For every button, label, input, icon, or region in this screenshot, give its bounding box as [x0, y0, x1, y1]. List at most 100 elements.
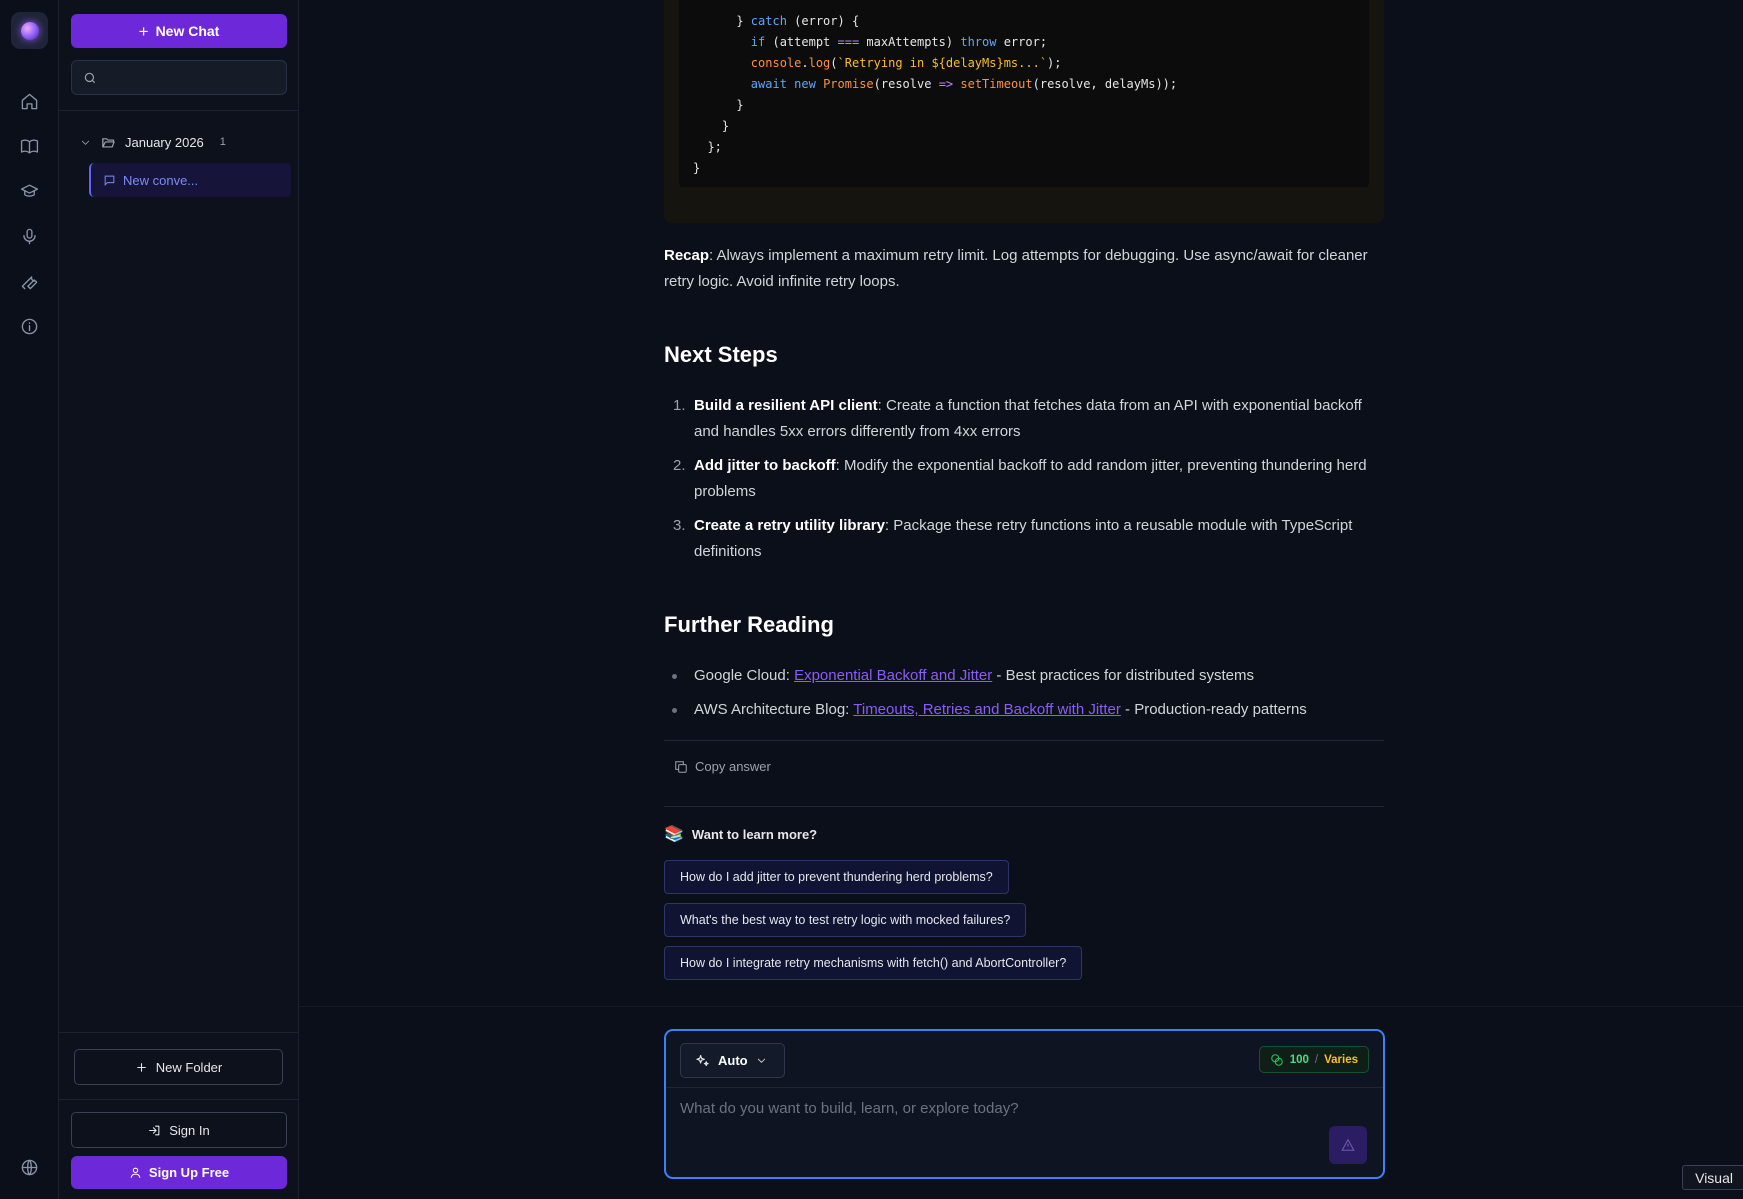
book-icon[interactable]	[17, 134, 41, 158]
code-line: };	[679, 137, 1369, 158]
logo-icon[interactable]	[11, 12, 48, 49]
conversation-label: New conve...	[123, 172, 199, 188]
search-box[interactable]	[71, 60, 287, 95]
code-text: }	[693, 161, 701, 175]
code-line: if (attempt === maxAttempts) throw error…	[679, 32, 1369, 53]
suggestion-chip[interactable]: What's the best way to test retry logic …	[664, 903, 1027, 937]
info-icon[interactable]	[17, 314, 41, 338]
wrench-icon[interactable]	[17, 269, 41, 293]
code-line: await new Promise(resolve => setTimeout(…	[679, 74, 1369, 95]
prompt-input[interactable]	[680, 1100, 1280, 1117]
next-steps-list: 1. Build a resilient API client: Create a…	[664, 393, 1384, 573]
home-icon[interactable]	[17, 89, 41, 113]
microphone-icon[interactable]	[17, 224, 41, 248]
icon-rail	[0, 0, 59, 1199]
copy-answer-button[interactable]: Copy answer	[674, 759, 771, 774]
reading-source: Google Cloud:	[694, 667, 795, 684]
chat-bubble-icon	[104, 175, 115, 186]
divider	[664, 806, 1384, 807]
bullet	[672, 708, 677, 713]
new-folder-button[interactable]: New Folder	[74, 1049, 283, 1085]
bullet	[672, 674, 677, 679]
list-number: 1.	[673, 397, 686, 414]
new-chat-button[interactable]: + New Chat	[71, 14, 287, 48]
list-item: 3. Create a retry utility library: Packag…	[664, 513, 1384, 565]
new-folder-label: New Folder	[155, 1059, 223, 1075]
mode-selector[interactable]: Auto	[680, 1043, 785, 1078]
next-steps-heading: Next Steps	[664, 342, 778, 367]
list-item-title: Add jitter to backoff	[694, 457, 836, 474]
main-panel: } catch (error) { if (attempt === maxAtt…	[299, 0, 1743, 1199]
further-reading-heading: Further Reading	[664, 612, 834, 637]
list-item: Google Cloud: Exponential Backoff and Ji…	[664, 663, 1384, 689]
mode-label: Auto	[718, 1053, 748, 1068]
globe-icon[interactable]	[17, 1155, 41, 1179]
app-root: + New Chat January 2026 1 New conve... N…	[0, 0, 1743, 1199]
suggestion-chip[interactable]: How do I integrate retry mechanisms with…	[664, 946, 1083, 980]
list-number: 2.	[673, 457, 686, 474]
recap-label: Recap	[664, 247, 710, 264]
search-input[interactable]	[105, 70, 275, 85]
user-icon	[130, 1167, 141, 1178]
further-reading-list: Google Cloud: Exponential Backoff and Ji…	[664, 663, 1384, 731]
folder-count: 1	[219, 136, 226, 148]
sign-in-button[interactable]: Sign In	[71, 1112, 287, 1148]
graduation-cap-icon[interactable]	[17, 179, 41, 203]
code-text: console.log(`Retrying in ${delayMs}ms...…	[750, 56, 1062, 70]
recap-paragraph: Recap: Always implement a maximum retry …	[664, 243, 1384, 295]
list-item: AWS Architecture Blog: Timeouts, Retries…	[664, 697, 1384, 723]
visual-toggle[interactable]: Visual	[1682, 1165, 1743, 1190]
code-line: console.log(`Retrying in ${delayMs}ms...…	[679, 53, 1369, 74]
code-text: await new Promise(resolve => setTimeout(…	[750, 77, 1178, 91]
sign-in-icon	[149, 1125, 160, 1135]
credits-badge: 100 / Varies	[1258, 1046, 1369, 1073]
code-line: } catch (error) {	[679, 11, 1369, 32]
coins-icon	[1270, 1053, 1283, 1066]
plus-icon: +	[138, 21, 149, 41]
code-text: };	[693, 140, 722, 154]
send-button[interactable]	[1329, 1126, 1367, 1164]
reading-source: AWS Architecture Blog:	[694, 701, 854, 718]
list-number: 3.	[673, 517, 686, 534]
learn-more-title: 📚 Want to learn more?	[664, 824, 817, 844]
divider	[59, 1032, 299, 1033]
chevron-down-icon	[757, 1058, 765, 1063]
books-icon: 📚	[664, 826, 684, 843]
conversation-item[interactable]: New conve...	[89, 163, 291, 197]
reading-description: - Best practices for distributed systems	[992, 667, 1255, 684]
sign-up-button[interactable]: Sign Up Free	[71, 1156, 287, 1189]
divider	[666, 1087, 1383, 1088]
reading-description: - Production-ready patterns	[1120, 701, 1307, 718]
sparkles-icon	[696, 1054, 709, 1067]
folder-january-2026[interactable]: January 2026 1	[80, 131, 226, 153]
sign-up-label: Sign Up Free	[148, 1165, 230, 1180]
new-chat-label: New Chat	[155, 23, 220, 39]
code-area: } catch (error) { if (attempt === maxAtt…	[679, 0, 1369, 187]
chevron-down-icon[interactable]	[80, 137, 91, 148]
divider	[59, 110, 299, 111]
learn-more-label: Want to learn more?	[691, 826, 818, 842]
credits-cost: Varies	[1324, 1053, 1358, 1066]
code-text: }	[693, 98, 744, 112]
code-text: } catch (error) {	[693, 14, 860, 28]
reading-link[interactable]: Timeouts, Retries and Backoff with Jitte…	[853, 701, 1121, 718]
divider	[299, 1006, 1743, 1007]
code-block: } catch (error) { if (attempt === maxAtt…	[664, 0, 1384, 223]
recap-text: : Always implement a maximum retry limit…	[664, 247, 1368, 290]
folder-open-icon	[102, 137, 115, 147]
search-icon	[84, 72, 96, 83]
code-line: }	[679, 158, 1369, 179]
list-item: 1. Build a resilient API client: Create a…	[664, 393, 1384, 445]
reading-link[interactable]: Exponential Backoff and Jitter	[794, 667, 992, 684]
credits-separator: /	[1314, 1053, 1319, 1066]
sidebar: + New Chat January 2026 1 New conve... N…	[59, 0, 299, 1199]
suggestion-chip[interactable]: How do I add jitter to prevent thunderin…	[664, 860, 1009, 894]
list-item: 2. Add jitter to backoff: Modify the expo…	[664, 453, 1384, 505]
code-text: if (attempt === maxAttempts) throw error…	[750, 35, 1048, 49]
credits-value: 100	[1289, 1053, 1309, 1066]
plus-icon	[136, 1062, 146, 1072]
sign-in-label: Sign In	[169, 1122, 210, 1138]
copy-answer-label: Copy answer	[695, 759, 771, 774]
copy-icon	[675, 760, 687, 773]
